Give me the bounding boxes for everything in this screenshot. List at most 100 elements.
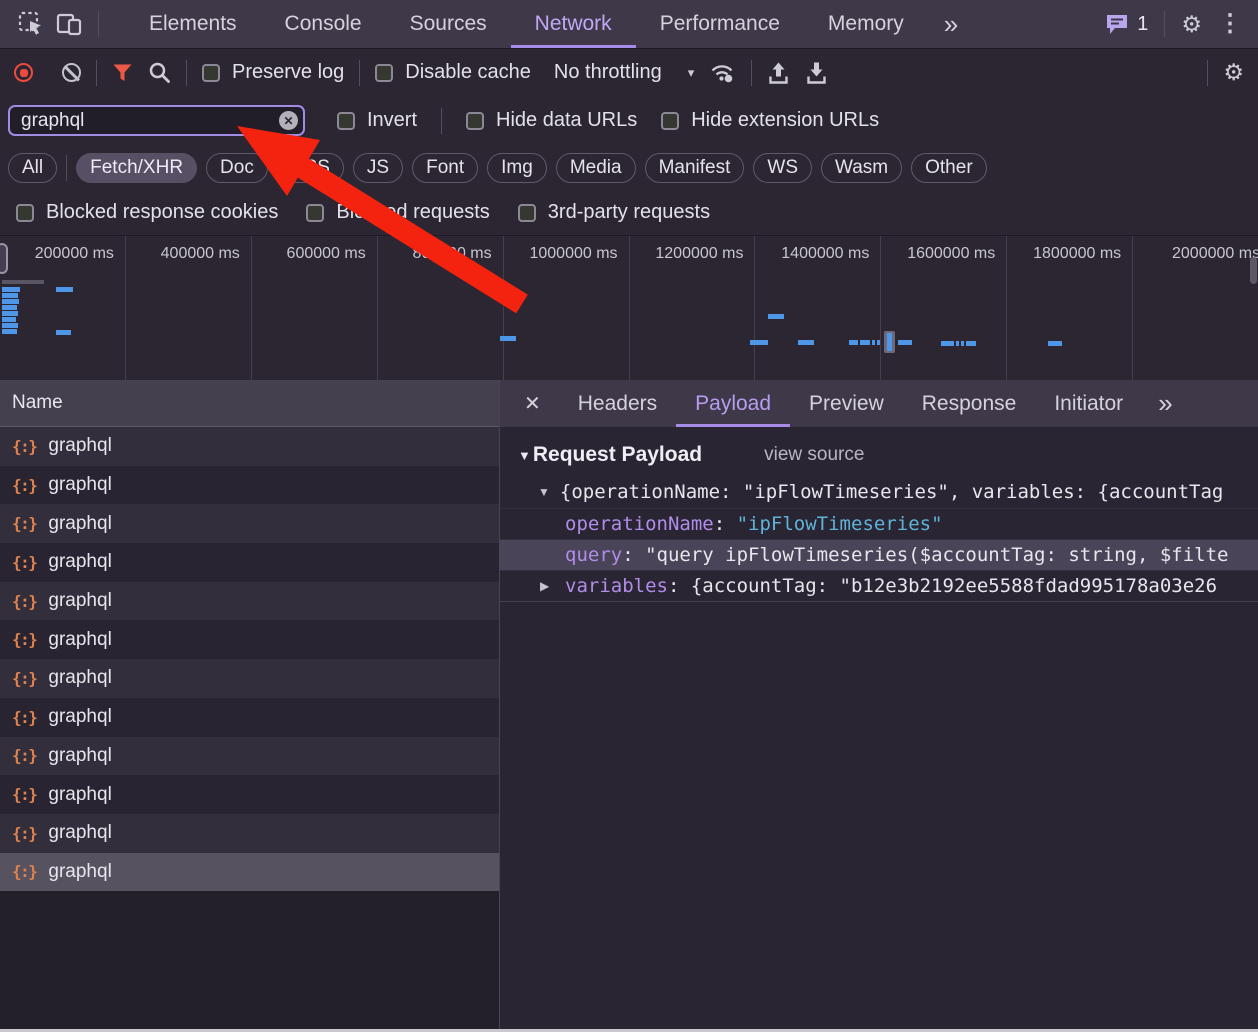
timeline-left-handle[interactable] [0, 243, 8, 274]
upload-icon [767, 61, 790, 85]
table-row[interactable]: {:}graphql [0, 543, 499, 582]
payload-key: operationName [565, 513, 714, 535]
table-row[interactable]: {:}graphql [0, 582, 499, 621]
filter-chip-doc[interactable]: Doc [206, 153, 268, 183]
filter-chip-media[interactable]: Media [556, 153, 636, 183]
tab-network[interactable]: Network [511, 0, 636, 48]
preserve-log-label: Preserve log [232, 61, 344, 84]
table-row[interactable]: {:}graphql [0, 737, 499, 776]
timeline-column: 400000 ms [126, 236, 252, 380]
checkbox-label: 3rd-party requests [548, 201, 710, 224]
table-row[interactable]: {:}graphql [0, 775, 499, 814]
hide-data-urls-checkbox[interactable]: Hide data URLs [466, 109, 637, 132]
checkbox-3rd-party-requests[interactable]: 3rd-party requests [518, 201, 710, 224]
expand-arrow[interactable]: ▶ [540, 579, 565, 593]
more-tabs-button[interactable]: » [928, 9, 974, 40]
preserve-log-checkbox[interactable]: Preserve log [202, 61, 344, 84]
checkbox-box[interactable] [375, 64, 393, 82]
checkbox-box[interactable] [16, 204, 34, 222]
clear-network-log-icon[interactable] [62, 63, 81, 82]
table-row[interactable]: {:}graphql [0, 814, 499, 853]
request-name: graphql [48, 551, 111, 573]
expand-arrow-icon[interactable]: ▼ [538, 485, 550, 499]
tab-memory[interactable]: Memory [804, 0, 928, 48]
table-row[interactable]: {:}graphql [0, 427, 499, 466]
import-har-button[interactable] [767, 61, 790, 85]
request-name: graphql [48, 629, 111, 651]
detail-tab-preview[interactable]: Preview [790, 380, 903, 427]
device-toolbar-button[interactable] [50, 5, 88, 43]
view-source-link[interactable]: view source [764, 444, 864, 466]
filter-chip-ws[interactable]: WS [753, 153, 812, 183]
request-type-filter-row: All Fetch/XHR Doc CSS JS Font Img Media Manifest… [0, 145, 1258, 190]
filter-chip-font[interactable]: Font [412, 153, 478, 183]
timeline-scrollbar[interactable] [1250, 257, 1257, 284]
filter-chip-js[interactable]: JS [353, 153, 403, 183]
timeline-tick-label: 1000000 ms [529, 245, 628, 262]
filter-chip-css[interactable]: CSS [277, 153, 344, 183]
network-settings-gear-icon[interactable]: ⚙ [1223, 61, 1244, 84]
timeline-request-bar [860, 340, 870, 345]
filter-chip-other[interactable]: Other [911, 153, 987, 183]
top-right-actions: 1 ⚙ ⋮ [1105, 11, 1246, 37]
timeline-column: 1400000 ms [755, 236, 881, 380]
throttling-dropdown[interactable]: No throttling ▾ [554, 61, 694, 84]
request-payload-section[interactable]: ▼ Request Payload view source [500, 427, 1258, 475]
search-button[interactable] [148, 61, 171, 84]
record-network-log-button[interactable] [14, 63, 33, 82]
name-column-header[interactable]: Name [0, 380, 499, 427]
request-rows: {:}graphql{:}graphql{:}graphql{:}graphql… [0, 427, 499, 891]
filter-chip-all[interactable]: All [8, 153, 57, 183]
filter-chip-fetch-xhr[interactable]: Fetch/XHR [76, 153, 197, 183]
request-name: graphql [48, 706, 111, 728]
tab-performance[interactable]: Performance [636, 0, 804, 48]
payload-summary-row[interactable]: ▼ {operationName: "ipFlowTimeseries", va… [500, 475, 1258, 508]
table-row[interactable]: {:}graphql [0, 620, 499, 659]
tab-console[interactable]: Console [261, 0, 386, 48]
detail-tab-headers[interactable]: Headers [559, 380, 676, 427]
checkbox-box[interactable] [466, 112, 484, 130]
detail-tab-payload[interactable]: Payload [676, 380, 790, 427]
name-header-label: Name [12, 392, 63, 414]
filter-input[interactable] [8, 105, 305, 136]
detail-tab-initiator[interactable]: Initiator [1035, 380, 1142, 427]
hide-extension-urls-checkbox[interactable]: Hide extension URLs [661, 109, 879, 132]
network-overview-timeline[interactable]: 200000 ms400000 ms600000 ms800000 ms1000… [0, 235, 1258, 380]
checkbox-blocked-response-cookies[interactable]: Blocked response cookies [16, 201, 278, 224]
request-details-panel: ✕ HeadersPayloadPreviewResponseInitiator… [500, 380, 1258, 1032]
close-details-icon[interactable]: ✕ [506, 380, 559, 427]
kebab-menu-icon[interactable]: ⋮ [1218, 12, 1242, 36]
checkbox-blocked-requests[interactable]: Blocked requests [306, 201, 489, 224]
network-conditions-button[interactable] [709, 61, 736, 84]
checkbox-box[interactable] [306, 204, 324, 222]
section-expand-icon[interactable]: ▼ [518, 448, 531, 463]
tab-sources[interactable]: Sources [386, 0, 511, 48]
table-row[interactable]: {:}graphql [0, 466, 499, 505]
export-har-button[interactable] [805, 61, 828, 85]
filter-toggle-button[interactable] [112, 63, 133, 83]
issues-button[interactable]: 1 [1105, 13, 1148, 36]
clear-filter-icon[interactable]: ✕ [279, 111, 298, 130]
payload-row[interactable]: ▶variables: {accountTag: "b12e3b2192ee55… [500, 570, 1258, 601]
inspect-element-button[interactable] [12, 5, 50, 43]
filter-chip-wasm[interactable]: Wasm [821, 153, 902, 183]
payload-row[interactable]: operationName: "ipFlowTimeseries" [500, 508, 1258, 539]
filter-chip-manifest[interactable]: Manifest [645, 153, 745, 183]
payload-row[interactable]: query: "query ipFlowTimeseries($accountT… [500, 539, 1258, 570]
filter-chip-img[interactable]: Img [487, 153, 547, 183]
payload-body: ▼ Request Payload view source ▼ {operati… [500, 427, 1258, 1032]
table-row[interactable]: {:}graphql [0, 659, 499, 698]
table-row[interactable]: {:}graphql [0, 698, 499, 737]
details-more-tabs-button[interactable]: » [1142, 380, 1188, 427]
checkbox-box[interactable] [202, 64, 220, 82]
checkbox-box[interactable] [518, 204, 536, 222]
checkbox-box[interactable] [337, 112, 355, 130]
table-row[interactable]: {:}graphql [0, 504, 499, 543]
checkbox-box[interactable] [661, 112, 679, 130]
tab-elements[interactable]: Elements [125, 0, 261, 48]
settings-gear-icon[interactable]: ⚙ [1181, 13, 1202, 36]
table-row[interactable]: {:}graphql [0, 853, 499, 892]
invert-checkbox[interactable]: Invert [337, 109, 417, 132]
disable-cache-checkbox[interactable]: Disable cache [375, 61, 531, 84]
detail-tab-response[interactable]: Response [903, 380, 1036, 427]
